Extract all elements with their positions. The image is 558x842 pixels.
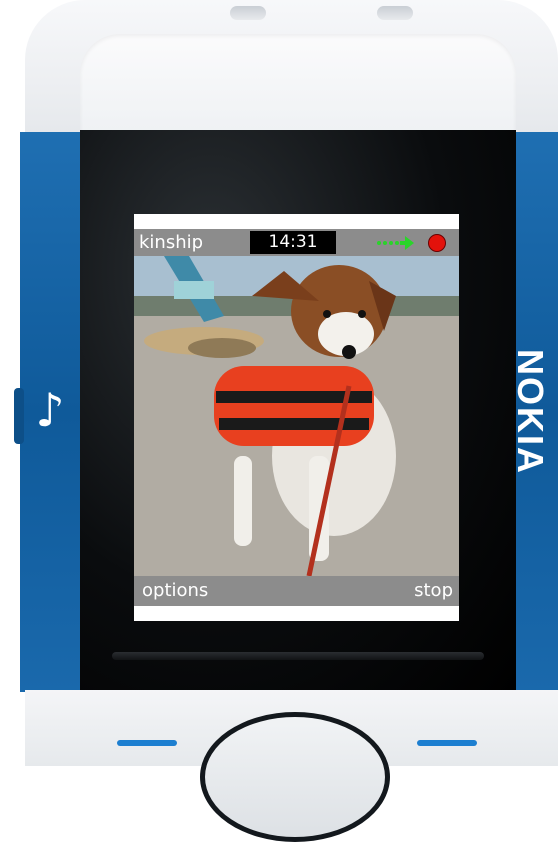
phone-screen: kinship 14:31 options stop	[134, 214, 459, 621]
navigation-key[interactable]	[200, 712, 390, 842]
bezel-speaker-slot	[112, 652, 484, 660]
dog-photo	[134, 256, 459, 576]
stop-softkey[interactable]: stop	[414, 576, 453, 606]
app-title: kinship	[139, 232, 204, 253]
music-note-icon[interactable]: ♪	[30, 380, 70, 440]
status-bar: kinship 14:31	[134, 229, 459, 256]
earpiece-left	[230, 6, 266, 20]
brand-logo: NOKIA	[510, 349, 551, 475]
options-softkey[interactable]: options	[142, 576, 208, 606]
red-record-dot-icon	[428, 234, 446, 252]
green-dotted-arrow-icon	[377, 236, 414, 250]
earpiece-right	[377, 6, 413, 20]
softkey-bar: options stop	[134, 576, 459, 606]
left-soft-key[interactable]	[117, 740, 177, 746]
right-soft-key[interactable]	[417, 740, 477, 746]
clock: 14:31	[250, 231, 336, 254]
side-volume-key[interactable]	[14, 388, 24, 444]
